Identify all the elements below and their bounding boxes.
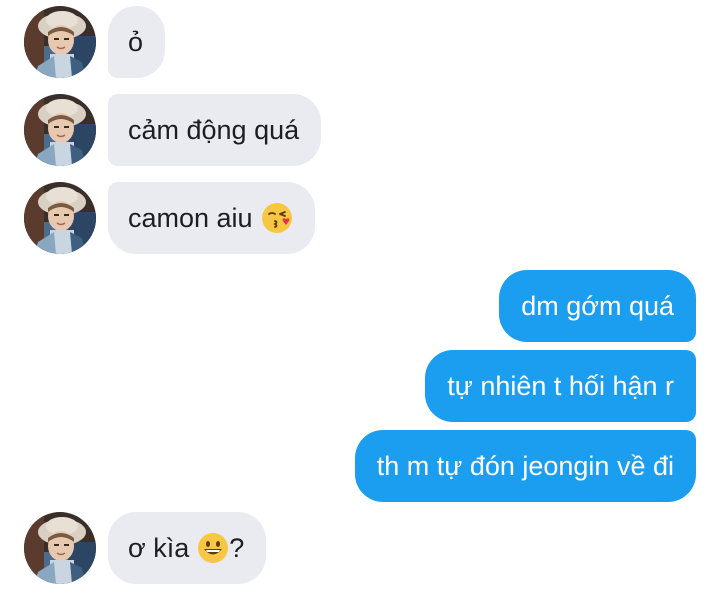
avatar-photo-icon xyxy=(24,94,96,166)
message-text: ỏ xyxy=(128,26,144,57)
contact-avatar[interactable] xyxy=(24,6,96,78)
message-text: dm gớm quá xyxy=(521,290,674,321)
avatar-photo-icon xyxy=(24,512,96,584)
message-bubble-incoming[interactable]: cảm động quá xyxy=(108,94,322,166)
message-suffix-text: ? xyxy=(229,532,245,563)
message-bubble-incoming[interactable]: ơ kìa ? xyxy=(108,512,267,584)
message-text: cảm động quá xyxy=(128,114,300,145)
message-bubble-incoming[interactable]: camon aiu xyxy=(108,182,315,254)
message-text: camon aiu xyxy=(128,202,253,233)
contact-avatar[interactable] xyxy=(24,182,96,254)
message-text: th m tự đón jeongin về đi xyxy=(376,450,674,481)
message-bubble-outgoing[interactable]: th m tự đón jeongin về đi xyxy=(354,430,696,502)
avatar-photo-icon xyxy=(24,182,96,254)
contact-avatar[interactable] xyxy=(24,512,96,584)
face-blowing-kiss-icon xyxy=(261,202,293,234)
message-text: tự nhiên t hối hận r xyxy=(447,370,674,401)
contact-avatar[interactable] xyxy=(24,94,96,166)
message-bubble-incoming[interactable]: ỏ xyxy=(108,6,166,78)
avatar-photo-icon xyxy=(24,6,96,78)
grinning-face-icon xyxy=(197,532,229,564)
message-text: ơ kìa xyxy=(128,532,190,563)
message-bubble-outgoing[interactable]: tự nhiên t hối hận r xyxy=(425,350,696,422)
message-bubble-outgoing[interactable]: dm gớm quá xyxy=(499,270,696,342)
